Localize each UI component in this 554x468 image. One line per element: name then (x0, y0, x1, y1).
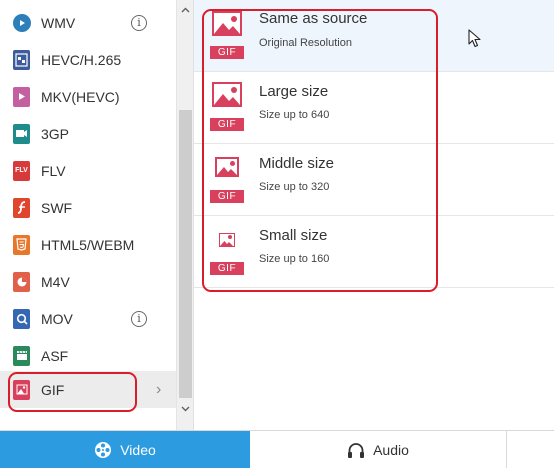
format-label: HTML5/WEBM (41, 236, 135, 253)
option-title: Middle size (259, 155, 335, 172)
format-label: GIF (41, 381, 65, 398)
format-label: SWF (41, 199, 73, 216)
scrollbar-thumb[interactable] (179, 110, 192, 398)
m4v-icon (13, 271, 30, 292)
swf-icon (13, 197, 30, 218)
option-middle-size[interactable]: GIF Middle size Size up to 320 (194, 144, 554, 216)
resolution-options: GIF Same as source Original Resolution G… (194, 0, 554, 430)
tab-audio[interactable]: Audio (250, 431, 507, 468)
gif-icon (13, 379, 30, 400)
option-subtitle: Original Resolution (259, 37, 352, 49)
option-subtitle: Size up to 160 (259, 253, 330, 265)
format-item-gif[interactable]: GIF › (0, 371, 176, 408)
wmv-icon (13, 13, 31, 32)
film-reel-icon (94, 441, 112, 459)
format-item-hevc[interactable]: HEVC/H.265 (0, 41, 176, 78)
mkv-icon (13, 86, 30, 107)
format-item-swf[interactable]: SWF (0, 189, 176, 226)
format-item-html5[interactable]: HTML5/WEBM (0, 226, 176, 263)
image-icon (212, 82, 242, 107)
option-subtitle: Size up to 320 (259, 181, 330, 193)
format-item-wmv[interactable]: WMV i (0, 4, 176, 41)
mov-icon (13, 308, 30, 329)
flv-icon: FLV (13, 160, 30, 181)
info-icon[interactable]: i (131, 14, 147, 31)
option-large-size[interactable]: GIF Large size Size up to 640 (194, 72, 554, 144)
image-icon (212, 11, 242, 36)
chevron-right-icon[interactable]: › (156, 381, 161, 399)
asf-icon (13, 345, 30, 366)
gif-badge: GIF (210, 190, 244, 203)
format-list: WMV i HEVC/H.265 MKV(HEVC) 3GP FLV FLV S… (0, 0, 176, 430)
html5-icon (13, 234, 30, 255)
format-label: M4V (41, 273, 70, 290)
3gp-icon (13, 123, 30, 144)
image-icon (219, 233, 235, 247)
format-label: ASF (41, 347, 69, 364)
format-item-mkv[interactable]: MKV(HEVC) (0, 78, 176, 115)
format-item-m4v[interactable]: M4V (0, 263, 176, 300)
info-icon[interactable]: i (131, 310, 147, 327)
format-label: FLV (41, 162, 66, 179)
mouse-cursor-icon (468, 29, 481, 48)
option-title: Large size (259, 83, 329, 100)
format-label: MOV (41, 310, 73, 327)
format-item-3gp[interactable]: 3GP (0, 115, 176, 152)
headphones-icon (347, 442, 365, 459)
format-item-asf[interactable]: ASF (0, 337, 176, 374)
image-icon (215, 157, 239, 177)
category-tabs: Video Audio (0, 430, 554, 468)
option-title: Same as source (259, 10, 368, 27)
option-subtitle: Size up to 640 (259, 109, 330, 121)
tab-label: Audio (373, 442, 409, 458)
format-label: HEVC/H.265 (41, 51, 122, 68)
gif-badge: GIF (210, 262, 244, 275)
format-label: 3GP (41, 125, 70, 142)
sidebar-scrollbar[interactable] (176, 0, 193, 430)
scroll-up-icon[interactable] (177, 2, 194, 19)
option-same-as-source[interactable]: GIF Same as source Original Resolution (194, 0, 554, 72)
format-label: WMV (41, 14, 76, 31)
gif-badge: GIF (210, 118, 244, 131)
format-label: MKV(HEVC) (41, 88, 120, 105)
gif-badge: GIF (210, 46, 244, 59)
format-item-mov[interactable]: MOV i (0, 300, 176, 337)
format-item-flv[interactable]: FLV FLV (0, 152, 176, 189)
tab-video[interactable]: Video (0, 431, 250, 468)
hevc-icon (13, 49, 30, 70)
option-title: Small size (259, 227, 328, 244)
scroll-down-icon[interactable] (177, 401, 194, 418)
option-small-size[interactable]: GIF Small size Size up to 160 (194, 216, 554, 288)
tab-label: Video (120, 442, 156, 458)
